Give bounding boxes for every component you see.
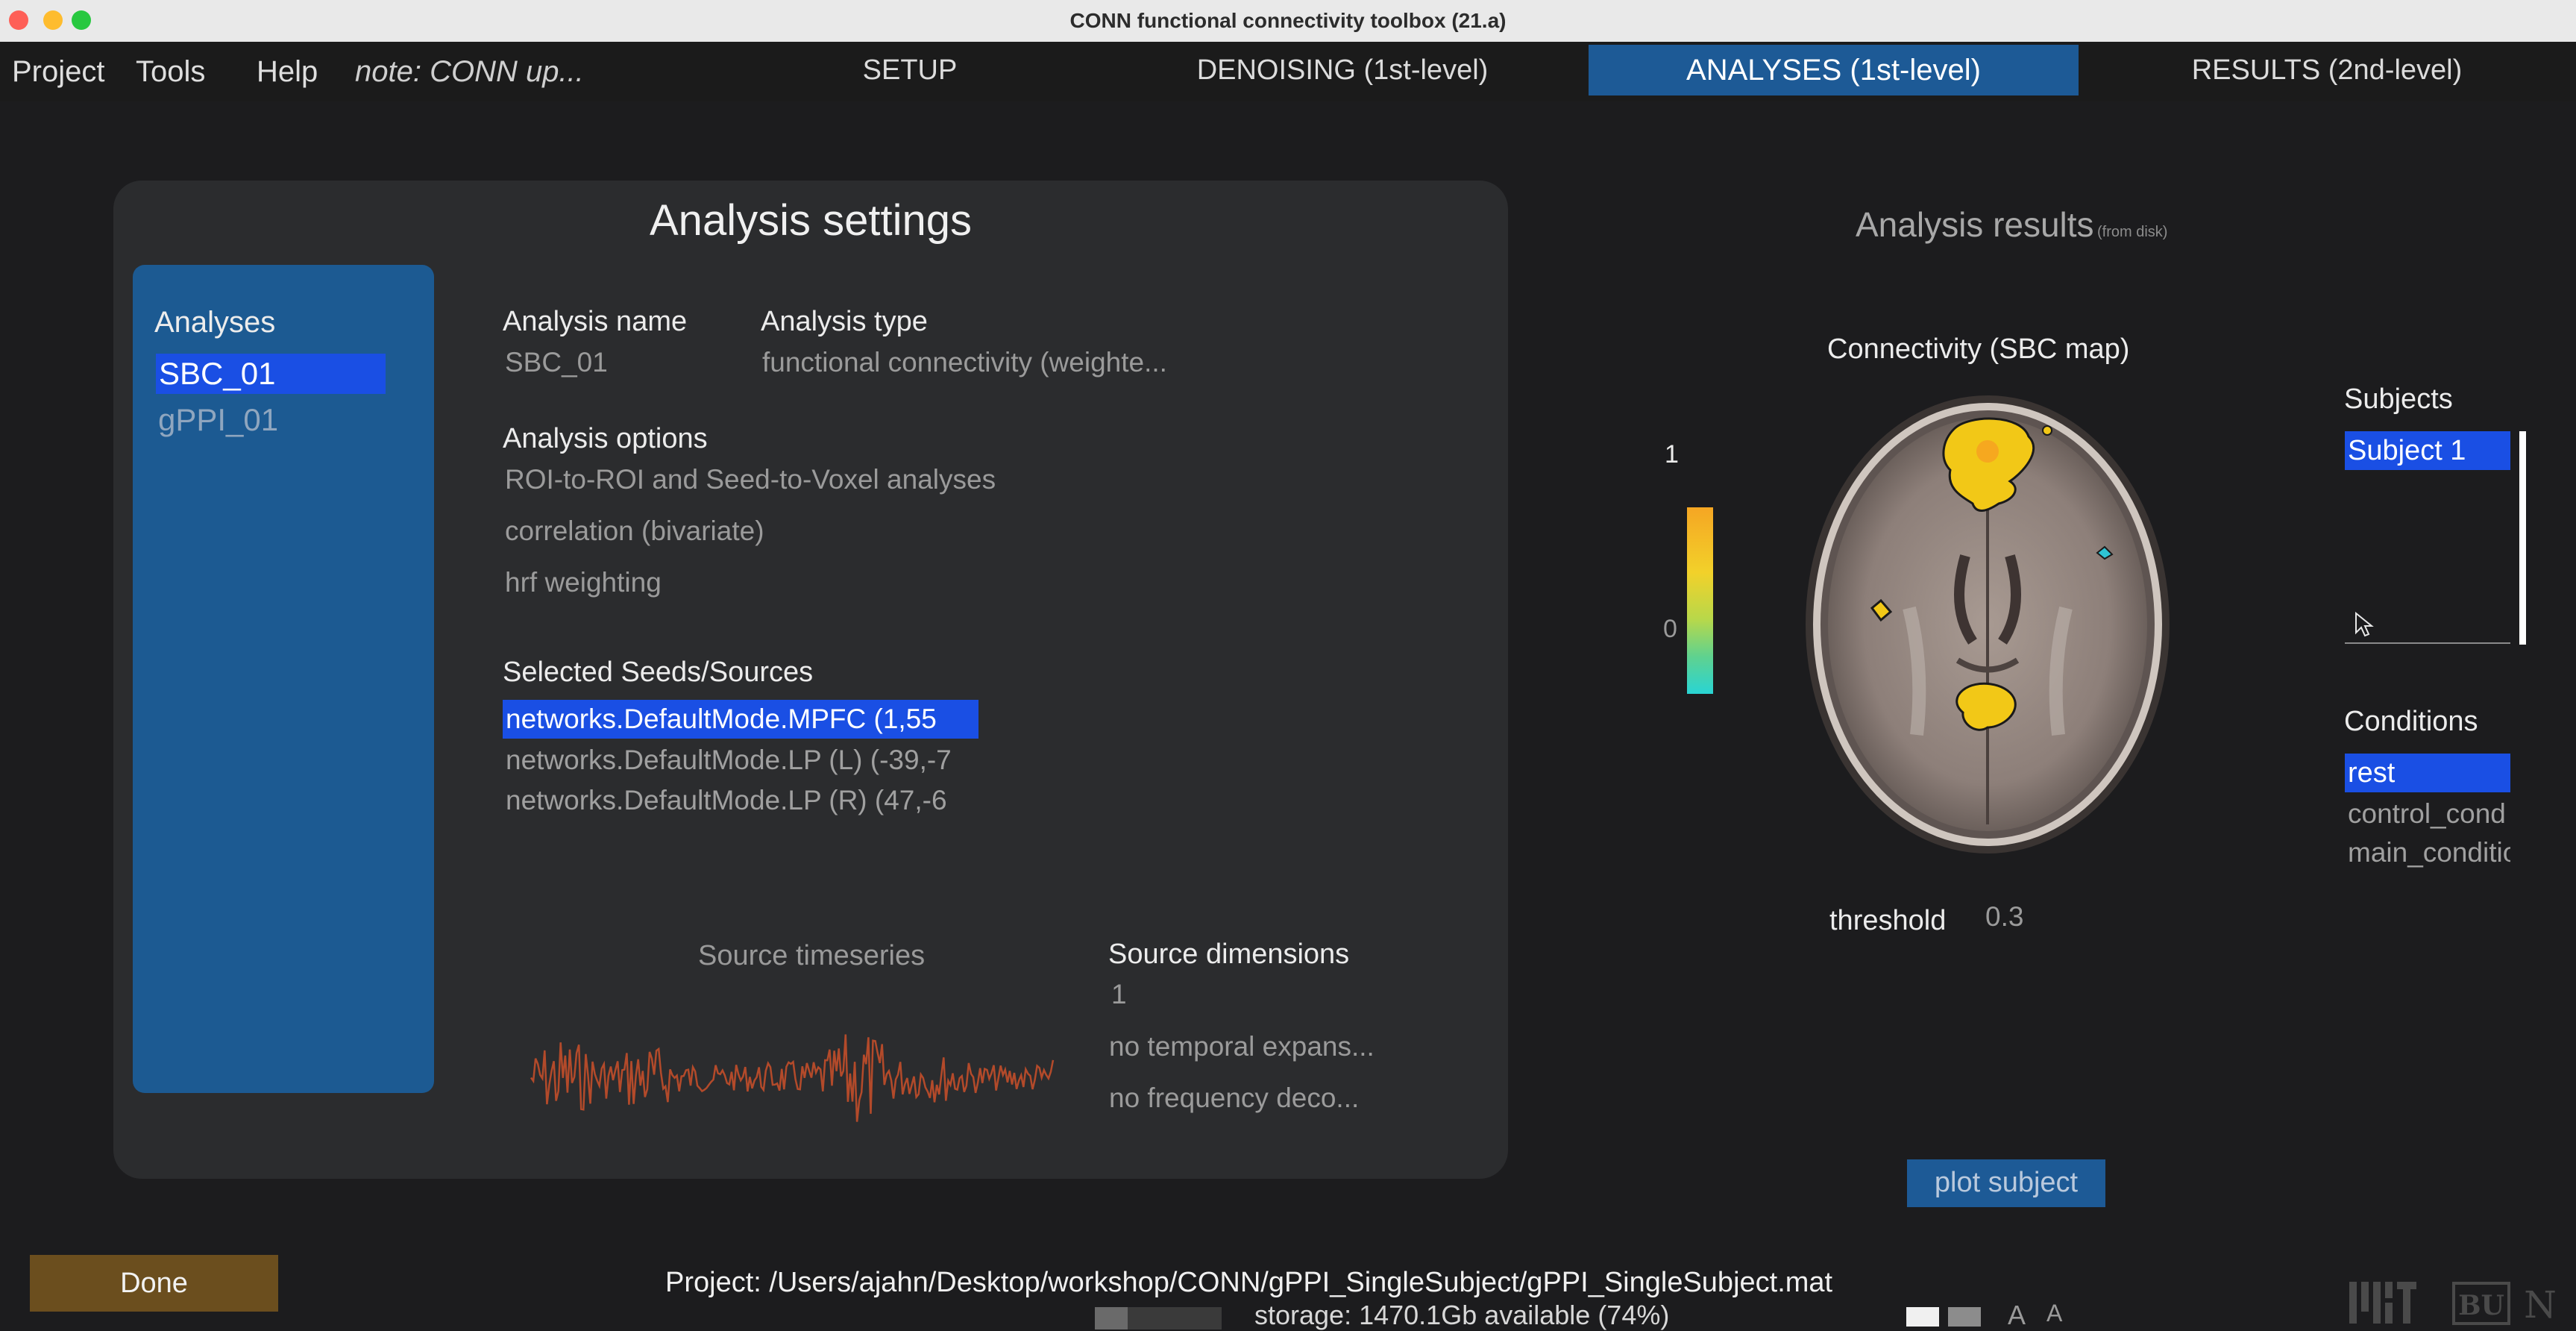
- storage-info: storage: 1470.1Gb available (74%): [1254, 1300, 1670, 1330]
- conditions-label: Conditions: [2344, 706, 2478, 737]
- theme-gray-swatch[interactable]: [1948, 1307, 1981, 1327]
- institution-logos: BU N: [2349, 1282, 2557, 1327]
- tab-results[interactable]: RESULTS (2nd-level): [2148, 45, 2506, 95]
- seed-list-item[interactable]: networks.DefaultMode.LP (R) (47,-6: [506, 782, 978, 819]
- storage-bar-used: [1095, 1307, 1128, 1330]
- analysis-list-item-sbc[interactable]: SBC_01: [156, 354, 386, 394]
- threshold-field[interactable]: 0.3: [1985, 901, 2023, 933]
- source-dimensions-field[interactable]: 1: [1111, 979, 1127, 1010]
- cursor-arrow-icon: [2355, 612, 2374, 637]
- analysis-name-label: Analysis name: [503, 306, 688, 337]
- analysis-type-label: Analysis type: [761, 306, 928, 337]
- analyses-header: Analyses: [154, 306, 276, 339]
- connectivity-map-title: Connectivity (SBC map): [1827, 333, 2130, 365]
- colorbar: [1687, 507, 1713, 694]
- analysis-list-item-gppi[interactable]: gPPI_01: [158, 400, 382, 440]
- colorbar-zero-label: 0: [1663, 615, 1677, 643]
- tab-analyses[interactable]: ANALYSES (1st-level): [1589, 45, 2079, 95]
- subjects-label: Subjects: [2344, 383, 2453, 415]
- frequency-decomposition-dropdown[interactable]: no frequency deco...: [1109, 1083, 1359, 1114]
- done-button[interactable]: Done: [30, 1255, 278, 1312]
- bu-logo: BU: [2452, 1282, 2510, 1325]
- window-titlebar: CONN functional connectivity toolbox (21…: [0, 0, 2576, 43]
- analysis-option-weighting[interactable]: hrf weighting: [505, 567, 662, 598]
- threshold-label: threshold: [1829, 905, 1947, 936]
- subjects-scrollbar[interactable]: [2519, 431, 2526, 645]
- analysis-results-title: Analysis results: [1856, 205, 2094, 244]
- condition-list-item[interactable]: main_condition: [2348, 834, 2510, 871]
- tab-setup[interactable]: SETUP: [776, 45, 1044, 95]
- project-path: Project: /Users/ajahn/Desktop/workshop/C…: [665, 1267, 1833, 1298]
- source-timeseries-label: Source timeseries: [698, 940, 926, 971]
- condition-list-item[interactable]: control_cond: [2348, 795, 2510, 833]
- brain-slice-image: [1806, 395, 2170, 854]
- font-size-small-button[interactable]: A: [2008, 1300, 2026, 1331]
- selected-seeds-label: Selected Seeds/Sources: [503, 657, 814, 688]
- plot-subject-button[interactable]: plot subject: [1907, 1159, 2105, 1207]
- source-dimensions-label: Source dimensions: [1108, 939, 1350, 970]
- menu-project[interactable]: Project: [12, 42, 105, 101]
- font-size-large-button[interactable]: A: [2046, 1300, 2062, 1327]
- northeastern-logo: N: [2524, 1283, 2557, 1327]
- seed-list-item[interactable]: networks.DefaultMode.LP (L) (-39,-7: [506, 742, 978, 779]
- analysis-option-measures[interactable]: ROI-to-ROI and Seed-to-Voxel analyses: [505, 464, 996, 495]
- analysis-options-label: Analysis options: [503, 423, 708, 454]
- seed-list-item[interactable]: networks.DefaultMode.MPFC (1,55: [503, 700, 978, 739]
- theme-light-swatch[interactable]: [1906, 1307, 1939, 1327]
- svg-text:BU: BU: [2458, 1290, 2504, 1321]
- analysis-results-note: (from disk): [2097, 224, 2168, 240]
- tab-denoising[interactable]: DENOISING (1st-level): [1163, 45, 1521, 95]
- subjects-list-divider: [2345, 642, 2510, 644]
- analysis-type-dropdown[interactable]: functional connectivity (weighte...: [762, 347, 1167, 378]
- menu-tools[interactable]: Tools: [136, 42, 205, 101]
- subject-list-item[interactable]: Subject 1: [2345, 431, 2510, 470]
- analysis-results-header: Analysis results (from disk): [1856, 204, 2167, 245]
- svg-text:N: N: [2524, 1283, 2557, 1327]
- source-timeseries-plot: [530, 1034, 1055, 1122]
- colorbar-max-label: 1: [1665, 440, 1679, 469]
- mit-logo: [2349, 1282, 2416, 1324]
- analysis-name-field[interactable]: SBC_01: [505, 347, 608, 378]
- window-title: CONN functional connectivity toolbox (21…: [1069, 9, 1507, 32]
- menu-note[interactable]: note: CONN up...: [355, 42, 584, 101]
- menu-help[interactable]: Help: [257, 42, 318, 101]
- condition-list-item[interactable]: rest: [2345, 754, 2510, 792]
- storage-bar: [1095, 1307, 1222, 1330]
- analysis-settings-title: Analysis settings: [650, 196, 972, 245]
- temporal-expansion-dropdown[interactable]: no temporal expans...: [1109, 1031, 1375, 1062]
- analysis-option-correlation[interactable]: correlation (bivariate): [505, 516, 764, 547]
